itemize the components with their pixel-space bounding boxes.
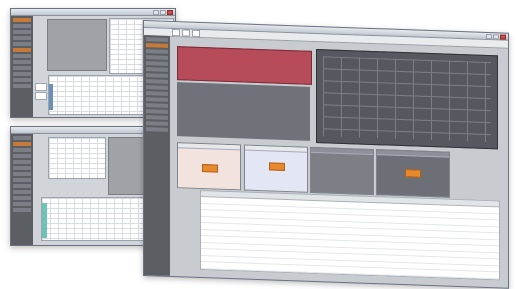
sidebar-item[interactable] bbox=[146, 97, 168, 102]
sidebar-item[interactable] bbox=[13, 66, 31, 70]
sidebar-item[interactable] bbox=[13, 190, 31, 194]
sidebar-item[interactable] bbox=[146, 61, 168, 66]
sidebar-item[interactable] bbox=[13, 72, 31, 76]
sidebar-item[interactable] bbox=[146, 55, 168, 60]
data-table bbox=[200, 195, 500, 281]
sidebar-item[interactable] bbox=[13, 142, 31, 146]
sidebar-item[interactable] bbox=[13, 208, 31, 212]
maximize-icon[interactable] bbox=[160, 10, 166, 15]
sidebar-item[interactable] bbox=[146, 109, 168, 114]
sidebar-item[interactable] bbox=[146, 73, 168, 78]
bottom-window-top-grid bbox=[48, 137, 106, 179]
main-window bbox=[143, 20, 509, 289]
sidebar-item[interactable] bbox=[146, 91, 168, 96]
tab-2[interactable] bbox=[182, 29, 190, 37]
detected-object-marker bbox=[269, 162, 285, 171]
sidebar-item[interactable] bbox=[146, 43, 168, 48]
top-window-info-box bbox=[35, 92, 47, 100]
top-window-info-box bbox=[35, 83, 47, 91]
top-window-blue-bar bbox=[49, 84, 53, 110]
top-window-video-panel bbox=[47, 19, 107, 71]
sidebar-item[interactable] bbox=[13, 18, 31, 22]
sidebar-item[interactable] bbox=[13, 54, 31, 58]
detected-object-marker bbox=[405, 169, 421, 178]
minimize-icon[interactable] bbox=[486, 33, 492, 40]
sidebar-item[interactable] bbox=[13, 84, 31, 88]
sidebar-item[interactable] bbox=[146, 121, 168, 126]
table-cell bbox=[261, 271, 321, 279]
alarm-panel[interactable] bbox=[177, 46, 312, 85]
sidebar-item[interactable] bbox=[13, 78, 31, 82]
sidebar-item[interactable] bbox=[146, 37, 168, 42]
top-window-titlebar bbox=[11, 9, 175, 16]
sidebar-item[interactable] bbox=[146, 49, 168, 54]
sidebar-item[interactable] bbox=[146, 127, 168, 132]
main-window-sidebar bbox=[144, 35, 170, 276]
sidebar-item[interactable] bbox=[13, 48, 31, 52]
camera-view-4[interactable] bbox=[376, 149, 450, 198]
trend-chart-panel bbox=[316, 49, 498, 150]
sidebar-item[interactable] bbox=[146, 103, 168, 108]
bottom-window-teal-column bbox=[42, 203, 47, 238]
table-cell bbox=[201, 269, 261, 277]
close-icon[interactable] bbox=[167, 10, 173, 15]
sidebar-item[interactable] bbox=[13, 24, 31, 28]
sidebar-item[interactable] bbox=[13, 36, 31, 40]
camera-view-2[interactable] bbox=[244, 144, 308, 193]
sidebar-item[interactable] bbox=[13, 42, 31, 46]
sidebar-item[interactable] bbox=[13, 136, 31, 140]
sidebar-item[interactable] bbox=[146, 79, 168, 84]
table-cell bbox=[380, 275, 440, 281]
bottom-window-sidebar bbox=[11, 134, 33, 245]
sidebar-item[interactable] bbox=[13, 30, 31, 34]
sidebar-item[interactable] bbox=[13, 196, 31, 200]
status-readout-panel bbox=[177, 82, 310, 141]
minimize-icon[interactable] bbox=[153, 10, 159, 15]
sidebar-item[interactable] bbox=[13, 154, 31, 158]
sidebar-item[interactable] bbox=[146, 67, 168, 72]
sidebar-item[interactable] bbox=[13, 166, 31, 170]
close-icon[interactable] bbox=[500, 34, 506, 40]
sidebar-item[interactable] bbox=[146, 85, 168, 90]
sidebar-item[interactable] bbox=[13, 172, 31, 176]
sidebar-item[interactable] bbox=[13, 202, 31, 206]
table-cell bbox=[320, 273, 380, 281]
sidebar-item[interactable] bbox=[13, 178, 31, 182]
detected-object-marker bbox=[202, 164, 218, 173]
sidebar-item[interactable] bbox=[13, 60, 31, 64]
tab-3[interactable] bbox=[192, 29, 200, 37]
sidebar-item[interactable] bbox=[146, 115, 168, 120]
top-window-sidebar bbox=[11, 16, 33, 117]
sidebar-item[interactable] bbox=[13, 184, 31, 188]
sidebar-item[interactable] bbox=[13, 160, 31, 164]
maximize-icon[interactable] bbox=[493, 34, 499, 40]
sidebar-item[interactable] bbox=[13, 148, 31, 152]
camera-view-1[interactable] bbox=[177, 142, 241, 191]
tab-1[interactable] bbox=[172, 29, 180, 37]
camera-view-3[interactable] bbox=[310, 146, 374, 196]
